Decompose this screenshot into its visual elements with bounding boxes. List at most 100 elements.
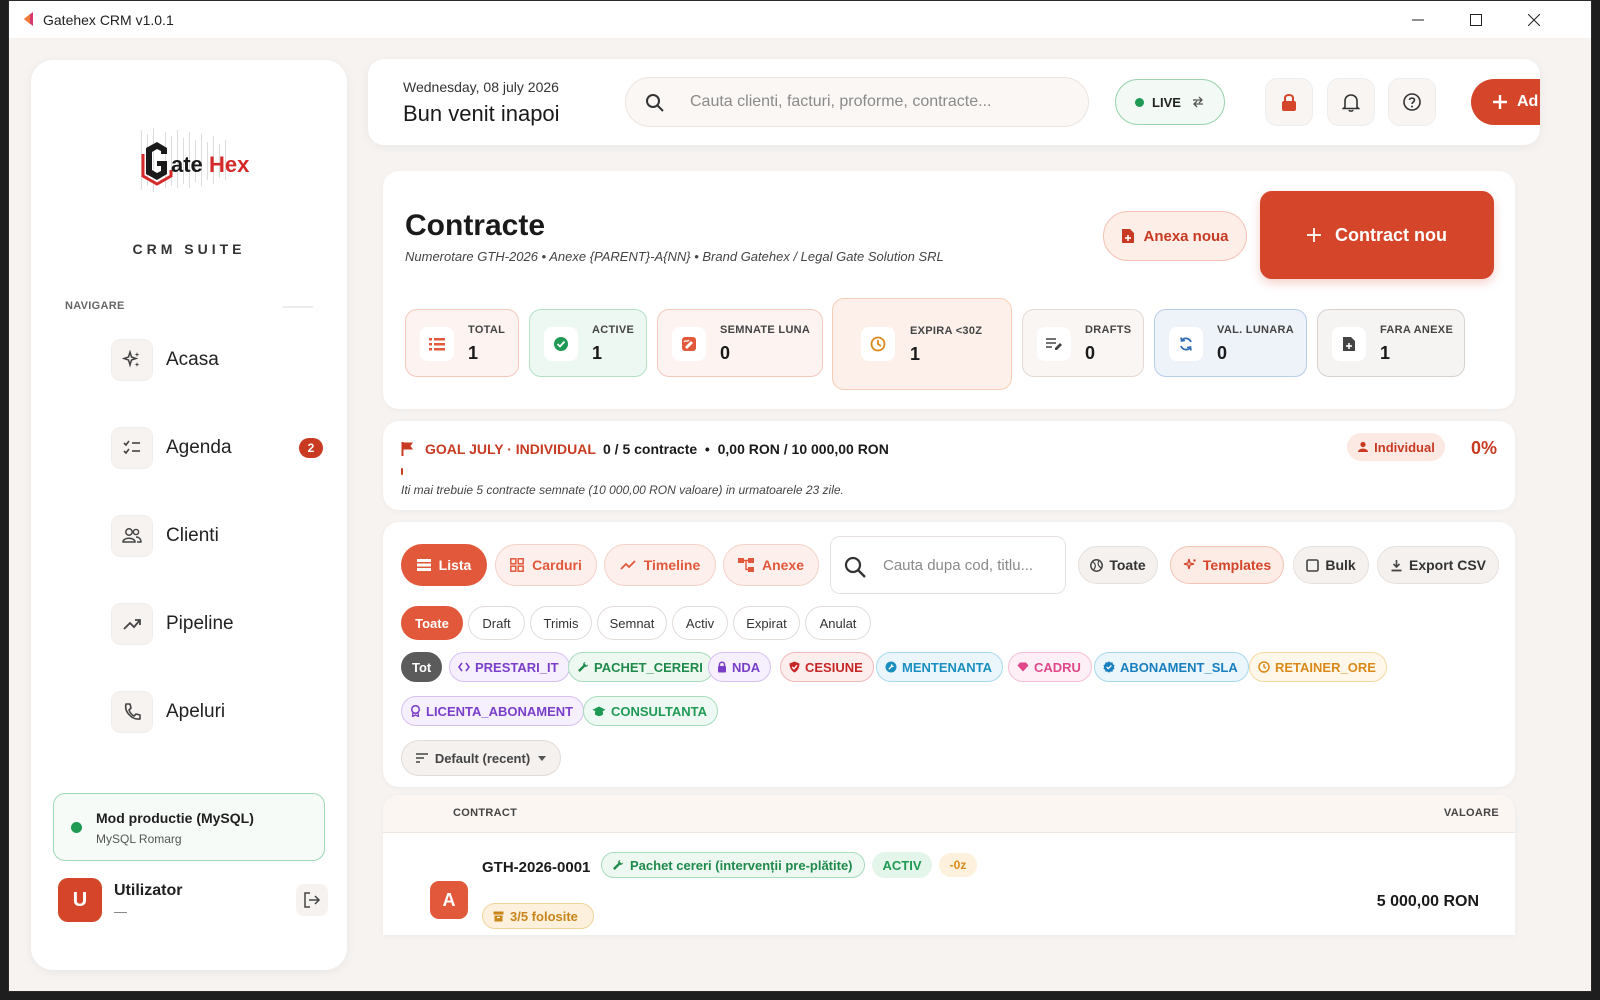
archive-icon — [493, 911, 504, 921]
view-lista[interactable]: Lista — [401, 544, 487, 586]
trend-icon — [620, 560, 636, 570]
close-icon — [1528, 13, 1540, 26]
bulk-button[interactable]: Bulk — [1293, 546, 1369, 584]
stat-drafts[interactable]: DRAFTS 0 — [1022, 309, 1144, 377]
logout-button[interactable] — [296, 884, 328, 916]
new-contract-button[interactable]: Contract nou — [1260, 191, 1494, 279]
goal-progress-bar — [401, 468, 403, 475]
view-anexe[interactable]: Anexe — [723, 544, 819, 586]
goal-scope-badge[interactable]: Individual — [1347, 433, 1445, 461]
plus-icon — [1307, 228, 1321, 242]
export-csv-button[interactable]: Export CSV — [1377, 546, 1499, 584]
check-circle-icon — [544, 327, 578, 361]
plus-icon — [1493, 95, 1507, 109]
lock-button[interactable] — [1265, 78, 1313, 126]
toate-scope-button[interactable]: Toate — [1078, 546, 1158, 584]
stat-active[interactable]: ACTIVE 1 — [529, 309, 647, 377]
view-timeline[interactable]: Timeline — [604, 544, 716, 586]
type-tag-abonament-sla[interactable]: ABONAMENT_SLA — [1094, 652, 1249, 682]
sort-dropdown[interactable]: Default (recent) — [401, 740, 561, 776]
user-panel: U Utilizator — — [58, 878, 328, 924]
export-label: Export CSV — [1408, 557, 1486, 573]
type-tag-licenta-abonament[interactable]: LICENTA_ABONAMENT — [401, 696, 585, 726]
type-tag-retainer-ore[interactable]: RETAINER_ORE — [1249, 652, 1387, 682]
type-tag-pachet-cereri[interactable]: PACHET_CERERI — [568, 652, 714, 682]
templates-button[interactable]: Templates — [1170, 546, 1284, 584]
add-button[interactable]: Ad — [1471, 79, 1540, 125]
sidebar-item-agenda[interactable]: Agenda 2 — [111, 426, 323, 470]
templates-label: Templates — [1202, 557, 1272, 573]
live-toggle[interactable]: LIVE — [1115, 79, 1225, 125]
type-tag-prestari-it[interactable]: PRESTARI_IT — [449, 652, 570, 682]
sparkle-icon — [111, 339, 153, 381]
sidebar-item-pipeline[interactable]: Pipeline — [111, 602, 321, 646]
stat-total[interactable]: TOTAL 1 — [405, 309, 519, 377]
sidebar-item-clienti[interactable]: Clienti — [111, 514, 321, 558]
status-filter-anulat[interactable]: Anulat — [805, 606, 871, 640]
view-carduri[interactable]: Carduri — [495, 544, 597, 586]
goal-title: GOAL JULY · INDIVIDUAL — [425, 441, 596, 457]
minimize-button[interactable] — [1389, 1, 1447, 38]
stat-signed-month[interactable]: SEMNATE LUNA 0 — [657, 309, 823, 377]
usage-label: 3/5 folosite — [510, 908, 578, 924]
title-bar: Gatehex CRM v1.0.1 — [9, 1, 1591, 38]
type-tag-mentenanta[interactable]: MENTENANTA — [876, 652, 1004, 682]
new-annex-button[interactable]: Anexa noua — [1103, 211, 1247, 261]
suite-label: CRM SUITE — [132, 241, 246, 257]
status-filter-trimis[interactable]: Trimis — [530, 606, 592, 640]
chevron-down-icon — [538, 755, 547, 761]
live-dot — [1135, 97, 1145, 107]
contract-type-label: Pachet cereri (intervenții pre-plătite) — [630, 857, 853, 873]
type-tag-consultanta[interactable]: CONSULTANTA — [583, 696, 719, 726]
wrench-icon — [578, 662, 588, 672]
app-logo-icon — [24, 12, 33, 26]
stat-value: 1 — [592, 343, 603, 363]
maximize-icon — [1470, 13, 1482, 26]
contract-type-badge: Pachet cereri (intervenții pre-plătite) — [601, 852, 865, 878]
type-tag-nda[interactable]: NDA — [708, 652, 772, 682]
stat-no-annex[interactable]: FARA ANEXE 1 — [1317, 309, 1465, 377]
help-button[interactable] — [1388, 78, 1436, 126]
type-tag-label: LICENTA_ABONAMENT — [426, 703, 574, 719]
stat-expiring[interactable]: EXPIRA <30Z 1 — [832, 298, 1012, 390]
close-button[interactable] — [1505, 1, 1563, 38]
stat-value: 1 — [1380, 343, 1391, 363]
contract-search-input[interactable] — [883, 537, 1059, 593]
award-icon — [410, 705, 421, 717]
stat-value: 0 — [720, 343, 731, 363]
type-tag-cadru[interactable]: CADRU — [1008, 652, 1092, 682]
stat-label: DRAFTS — [1085, 324, 1132, 336]
swap-icon — [1192, 96, 1203, 108]
status-filter-draft[interactable]: Draft — [468, 606, 525, 640]
type-tag-tot[interactable]: Tot — [401, 652, 443, 682]
current-date: Wednesday, 08 july 2026 — [403, 79, 559, 95]
type-tag-label: ABONAMENT_SLA — [1120, 659, 1238, 675]
maximize-button[interactable] — [1447, 1, 1505, 38]
db-mode-title: Mod productie (MySQL) — [96, 810, 254, 826]
stat-monthly-value[interactable]: VAL. LUNARA 0 — [1154, 309, 1307, 377]
sort-icon — [415, 753, 428, 763]
type-tag-cesiune[interactable]: CESIUNE — [780, 652, 874, 682]
status-filter-semnat[interactable]: Semnat — [597, 606, 667, 640]
avatar[interactable]: U — [58, 878, 102, 922]
code-icon — [458, 662, 470, 672]
flag-icon — [401, 442, 413, 456]
users-icon — [111, 515, 153, 557]
sidebar-item-apeluri[interactable]: Apeluri — [111, 690, 321, 734]
sidebar-item-acasa[interactable]: Acasa — [111, 338, 321, 382]
stat-label: TOTAL — [468, 324, 506, 336]
signature-icon — [672, 327, 706, 361]
stat-label: VAL. LUNARA — [1217, 324, 1295, 336]
document-plus-icon — [1332, 327, 1366, 361]
global-search-input[interactable] — [690, 78, 1070, 126]
notifications-button[interactable] — [1327, 78, 1375, 126]
status-filter-activ[interactable]: Activ — [672, 606, 728, 640]
list-icon — [420, 327, 454, 361]
page-title: Contracte — [405, 209, 546, 242]
status-filter-expirat[interactable]: Expirat — [733, 606, 800, 640]
contract-code[interactable]: GTH-2026-0001 — [482, 859, 590, 876]
view-label: Anexe — [761, 557, 805, 573]
contracts-table: CONTRACT VALOARE A GTH-2026-0001 Pachet … — [383, 795, 1515, 935]
type-tag-label: PRESTARI_IT — [475, 659, 559, 675]
status-filter-toate[interactable]: Toate — [401, 606, 463, 640]
